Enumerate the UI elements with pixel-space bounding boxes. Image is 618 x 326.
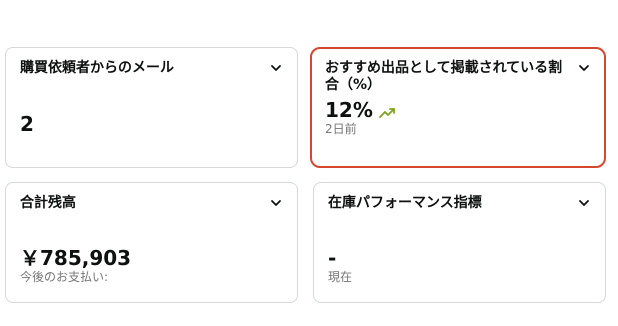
card-header: 合計残高 — [20, 195, 283, 212]
card-subtext: 2日前 — [325, 122, 357, 136]
card-featured-offer-percent[interactable]: おすすめ出品として掲載されている割合（%） 12% 2日前 — [310, 47, 606, 168]
card-subtext: 現在 — [328, 270, 353, 284]
chevron-down-icon[interactable] — [269, 196, 283, 210]
card-header: 購買依頼者からのメール — [20, 60, 283, 77]
card-total-balance[interactable]: 合計残高 ￥785,903 今後のお支払い: — [5, 182, 298, 303]
card-inventory-performance[interactable]: 在庫パフォーマンス指標 - 現在 — [313, 182, 606, 303]
card-title: 在庫パフォーマンス指標 — [328, 195, 482, 211]
card-header: 在庫パフォーマンス指標 — [328, 195, 591, 212]
card-title: 合計残高 — [20, 195, 76, 211]
card-value: ￥785,903 — [20, 246, 132, 270]
card-title: 購買依頼者からのメール — [20, 60, 174, 76]
card-buyer-messages[interactable]: 購買依頼者からのメール 2 — [5, 47, 298, 168]
card-value: 12% — [325, 98, 373, 122]
card-value-row: 12% — [325, 98, 591, 122]
card-header: おすすめ出品として掲載されている割合（%） — [325, 60, 591, 94]
chevron-down-icon[interactable] — [577, 196, 591, 210]
card-value: - — [328, 246, 337, 270]
chevron-down-icon[interactable] — [577, 61, 591, 75]
card-title: おすすめ出品として掲載されている割合（%） — [325, 60, 563, 93]
card-value: 2 — [20, 112, 34, 136]
card-subtext: 今後のお支払い: — [20, 270, 109, 284]
chevron-down-icon[interactable] — [269, 61, 283, 75]
trend-up-icon — [378, 107, 395, 118]
